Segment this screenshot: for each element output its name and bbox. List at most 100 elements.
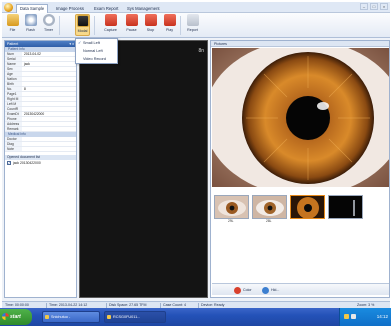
tab-exam-report[interactable]: Exam Report: [90, 4, 122, 13]
field-label: Remark: [5, 127, 22, 131]
window-controls: – □ ×: [360, 3, 388, 10]
tab-image-process[interactable]: Image Process: [52, 4, 88, 13]
taskbar-item-1[interactable]: Snichutuo -: [42, 311, 100, 323]
ribbon-separator: [59, 16, 60, 35]
field-value[interactable]: [22, 137, 76, 141]
app-icon: [107, 315, 111, 319]
ribbon-separator: [94, 16, 95, 35]
field-value[interactable]: [22, 122, 76, 126]
field-value[interactable]: [22, 72, 76, 76]
field-value[interactable]: [22, 92, 76, 96]
live-view[interactable]: 8n: [79, 40, 208, 298]
field-value[interactable]: 2013-04-02: [22, 52, 76, 56]
pictures-header: Pictures: [211, 41, 389, 47]
iris-image[interactable]: [212, 48, 389, 187]
menu-item-small-left[interactable]: ✓ Small Left: [76, 39, 117, 47]
folder-icon: [6, 14, 19, 26]
field-label: Name: [5, 62, 22, 66]
pause-button[interactable]: Pause: [124, 14, 139, 36]
field-value[interactable]: [22, 67, 76, 71]
menu-item-normal-left[interactable]: Normal Left: [76, 47, 117, 55]
report-button[interactable]: Report: [185, 14, 200, 36]
minimize-icon[interactable]: –: [360, 3, 368, 10]
live-view-label: 8n: [198, 48, 204, 54]
field-value[interactable]: [22, 117, 76, 121]
thumbnail-2[interactable]: [252, 195, 287, 219]
field-value[interactable]: [22, 127, 76, 131]
field-label: CountR: [5, 107, 22, 111]
field-label: ExamDt: [5, 112, 22, 116]
medical-info-grid: Doctor Diag Note: [5, 137, 76, 152]
pause-icon: [125, 14, 138, 26]
menu-item-video-record[interactable]: Video Record: [76, 55, 117, 63]
pictures-panel: Pictures 29L 28L Color Hid...: [210, 40, 390, 298]
maximize-icon[interactable]: □: [370, 3, 378, 10]
tray-network-icon[interactable]: [344, 314, 349, 319]
field-value[interactable]: jack: [22, 62, 76, 66]
close-icon[interactable]: ×: [380, 3, 388, 10]
document-checkbox[interactable]: ✓: [7, 161, 11, 165]
folder-icon: [45, 315, 49, 319]
field-label: Age: [5, 72, 22, 76]
thumbnail-1[interactable]: [214, 195, 249, 219]
patient-panel: Patient ▾ x Patient Info Num 2013-04-02 Se…: [4, 40, 77, 298]
thumbnail-eye-image: [353, 200, 355, 216]
mode-button[interactable]: Modal: [75, 14, 90, 36]
start-button[interactable]: start: [0, 309, 32, 325]
windows-logo-icon: [2, 313, 9, 320]
check-icon: ✓: [78, 40, 82, 45]
field-label: Sex: [5, 67, 22, 71]
patient-info-grid: Num 2013-04-02 Serial Name jack Sex Age Nation B…: [5, 52, 76, 132]
pictures-footer: Color Hid...: [212, 283, 389, 295]
capture-icon: [104, 14, 117, 26]
file-button[interactable]: File: [5, 14, 20, 36]
tab-data-sample[interactable]: Data Sample: [16, 4, 49, 13]
field-label: Address: [5, 122, 22, 126]
color-button[interactable]: Color: [234, 286, 252, 294]
field-label: Doctor: [5, 137, 22, 141]
field-value[interactable]: [22, 77, 76, 81]
field-value[interactable]: [22, 97, 76, 101]
field-value[interactable]: 20130422000: [22, 112, 76, 116]
field-value[interactable]: [22, 82, 76, 86]
field-label: Note: [5, 147, 22, 151]
field-value[interactable]: [22, 147, 76, 151]
thumbnail-eye-image: [256, 200, 284, 216]
system-tray: 14:12: [339, 308, 391, 326]
thumbnail-eye-image: [297, 197, 319, 218]
thumbnail-eye-image: [218, 200, 246, 216]
field-value[interactable]: [22, 57, 76, 61]
stop-icon: [144, 14, 157, 26]
flash-button[interactable]: Flash: [23, 14, 38, 36]
thumbnail-4[interactable]: [328, 195, 363, 219]
play-button[interactable]: Play: [162, 14, 177, 36]
thumbnail-caption: 29L: [228, 219, 234, 223]
play-icon: [163, 14, 176, 26]
panel-pin-icon[interactable]: ▾ x: [69, 41, 74, 47]
taskbar-item-2[interactable]: RCSG0FU011...: [104, 311, 166, 323]
field-value[interactable]: [22, 107, 76, 111]
field-label: Num: [5, 52, 22, 56]
hide-button[interactable]: Hid...: [262, 286, 279, 294]
stop-button[interactable]: Stop: [143, 14, 158, 36]
timer-icon: [42, 14, 55, 26]
field-label: Page1: [5, 92, 22, 96]
tab-bar: Data Sample Image Process Exam Report Sy…: [2, 2, 390, 13]
ribbon-separator: [180, 16, 181, 35]
timer-button[interactable]: Timer: [41, 14, 56, 36]
field-value[interactable]: [22, 142, 76, 146]
opened-document-item[interactable]: ✓ jack 20130422000: [5, 160, 76, 166]
thumbnail-3[interactable]: [290, 195, 325, 219]
patient-panel-header: Patient ▾ x: [5, 41, 76, 47]
app-logo-icon[interactable]: [4, 3, 13, 12]
patient-field-row[interactable]: Note: [5, 147, 76, 152]
status-bar: Time: 00:00:00 Time: 2013-04-22 14:12 Di…: [2, 301, 390, 308]
field-value[interactable]: [22, 102, 76, 106]
tab-sys-management[interactable]: Sys Management: [123, 4, 164, 13]
field-label: Nation: [5, 77, 22, 81]
report-icon: [186, 14, 199, 26]
capture-button[interactable]: Capture: [103, 14, 118, 36]
field-value[interactable]: 8: [22, 87, 76, 91]
app-window: Data Sample Image Process Exam Report Sy…: [2, 2, 390, 324]
tray-volume-icon[interactable]: [351, 314, 356, 319]
